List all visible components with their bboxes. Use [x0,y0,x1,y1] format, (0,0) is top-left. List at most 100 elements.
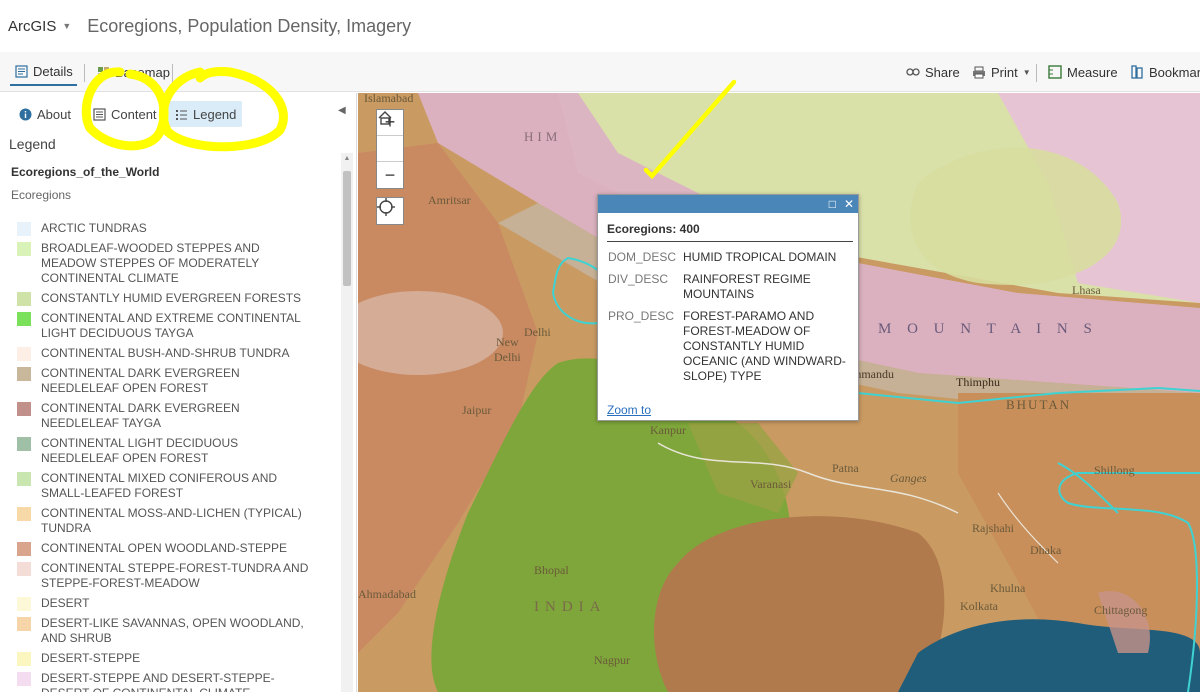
scroll-up-arrow-icon[interactable]: ▲ [341,155,353,167]
legend-scroll-thumb[interactable] [343,171,351,286]
legend-swatch [17,652,31,666]
collapse-sidebar-icon[interactable]: ◀ [338,105,346,116]
tab-about[interactable]: About [12,101,77,127]
place-label: Ganges [890,471,927,485]
legend-item: DESERT-STEPPE [0,651,335,666]
legend-item: DESERT [0,596,335,611]
toolbar: Details Basemap Share Print ▼ Measure Bo… [0,52,1200,92]
legend-swatch [17,437,31,451]
legend-swatch [17,242,31,256]
bookmark-icon [1130,65,1144,79]
place-label: Ahmadabad [358,587,416,601]
attribute-key: PRO_DESC [608,309,675,323]
app-root: ArcGIS ▼ Ecoregions, Population Density,… [0,0,1200,692]
place-label: Varanasi [750,477,792,491]
legend-icon [174,107,188,121]
legend-swatch [17,542,31,556]
legend-label: CONTINENTAL MOSS-AND-LICHEN (TYPICAL) TU… [41,506,302,535]
legend-label: CONTINENTAL AND EXTREME CONTINENTAL LIGH… [41,311,301,340]
legend-swatch [17,292,31,306]
legend-label: DESERT-STEPPE [41,651,141,665]
legend-label: DESERT [41,596,90,610]
zoom-to-link[interactable]: Zoom to [607,403,651,417]
legend-item: CONTINENTAL DARK EVERGREEN NEEDLELEAF TA… [0,401,335,431]
chevron-down-icon: ▼ [62,21,72,31]
place-label: Lhasa [1072,283,1101,297]
basemap-label: Basemap [115,64,170,80]
toolbar-divider [172,64,173,82]
legend-item: CONTINENTAL MIXED CONIFEROUS AND SMALL-L… [0,471,335,501]
attribute-row: DIV_DESC RAINFOREST REGIME MOUNTAINS [608,270,853,307]
print-label: Print [991,64,1018,80]
measure-icon [1048,65,1062,79]
popup-attributes: DOM_DESC HUMID TROPICAL DOMAIN DIV_DESC RAI… [608,248,853,389]
share-icon [906,65,920,79]
tab-legend-label: Legend [193,106,237,122]
legend-item: DESERT-LIKE SAVANNAS, OPEN WOODLAND, AND… [0,616,335,646]
details-button[interactable]: Details [10,58,77,86]
place-label: Thimphu [956,375,1000,389]
attribute-value: FOREST-PARAMO AND FOREST-MEADOW OF CONST… [683,309,846,383]
measure-button[interactable]: Measure [1044,58,1122,86]
close-icon[interactable]: ✕ [844,198,854,210]
feature-popup: □ ✕ Ecoregions: 400 DOM_DESC HUMID TROPIC… [597,194,859,421]
attribute-row: DOM_DESC HUMID TROPICAL DOMAIN [608,248,853,270]
brand-menu[interactable]: ArcGIS ▼ [8,18,71,35]
legend-swatch [17,222,31,236]
home-button[interactable] [377,111,403,162]
legend-item: CONTINENTAL BUSH-AND-SHRUB TUNDRA [0,346,335,361]
legend-item: ARCTIC TUNDRAS [0,221,335,236]
print-button[interactable]: Print ▼ [968,58,1035,86]
tab-content[interactable]: Content [86,101,163,127]
legend-swatch [17,617,31,631]
basemap-button[interactable]: Basemap [92,58,174,86]
popup-titlebar: □ ✕ [598,195,858,213]
locate-button[interactable] [376,197,404,225]
legend-label: CONTINENTAL DARK EVERGREEN NEEDLELEAF TA… [41,401,240,430]
share-button[interactable]: Share [902,58,964,86]
legend-swatch [17,597,31,611]
legend-item: BROADLEAF-WOODED STEPPES AND MEADOW STEP… [0,241,335,286]
legend-item: CONTINENTAL DARK EVERGREEN NEEDLELEAF OP… [0,366,335,396]
zoom-out-button[interactable]: − [377,162,403,188]
tab-legend[interactable]: Legend [168,101,243,127]
legend-swatch [17,562,31,576]
legend-label: CONTINENTAL MIXED CONIFEROUS AND SMALL-L… [41,471,278,500]
legend-layer-field: Ecoregions [11,188,72,202]
place-label: Delhi [524,325,551,339]
share-label: Share [925,64,960,80]
sidebar-tabs: About Content Legend [0,99,356,129]
legend-swatch [17,402,31,416]
legend-swatch [17,347,31,361]
place-label: Patna [832,461,859,475]
toolbar-divider [1036,64,1037,82]
place-label: Islamabad [364,93,414,105]
bookmarks-label: Bookmar [1149,64,1200,80]
legend-label: CONTINENTAL DARK EVERGREEN NEEDLELEAF OP… [41,366,240,395]
place-label: Dhaka [1030,543,1062,557]
legend-item: CONTINENTAL AND EXTREME CONTINENTAL LIGH… [0,311,335,341]
place-label: Nagpur [594,653,630,667]
tab-about-label: About [37,106,71,122]
locate-icon [377,198,395,216]
legend-item: CONTINENTAL STEPPE-FOREST-TUNDRA AND STE… [0,561,335,591]
legend-label: CONTINENTAL OPEN WOODLAND-STEPPE [41,541,288,555]
place-label: Bhopal [534,563,569,577]
place-label: Kolkata [960,599,998,613]
home-icon [378,111,392,125]
place-label: Chittagong [1094,603,1148,617]
legend-label: DESERT-STEPPE AND DESERT-STEPPE-DESERT O… [41,671,275,692]
legend-swatch [17,312,31,326]
brand-name: ArcGIS [8,17,57,35]
bookmarks-button[interactable]: Bookmar [1126,58,1200,86]
maximize-icon[interactable]: □ [829,198,836,210]
place-label: Kanpur [650,423,686,437]
legend-item: CONTINENTAL LIGHT DECIDUOUS NEEDLELEAF O… [0,436,335,466]
legend-item: CONTINENTAL MOSS-AND-LICHEN (TYPICAL) TU… [0,506,335,536]
details-label: Details [33,63,73,79]
tab-content-label: Content [111,106,157,122]
attribute-value: RAINFOREST REGIME MOUNTAINS [683,272,811,301]
legend-label: ARCTIC TUNDRAS [41,221,147,235]
content-icon [92,107,106,121]
print-icon [972,65,986,79]
